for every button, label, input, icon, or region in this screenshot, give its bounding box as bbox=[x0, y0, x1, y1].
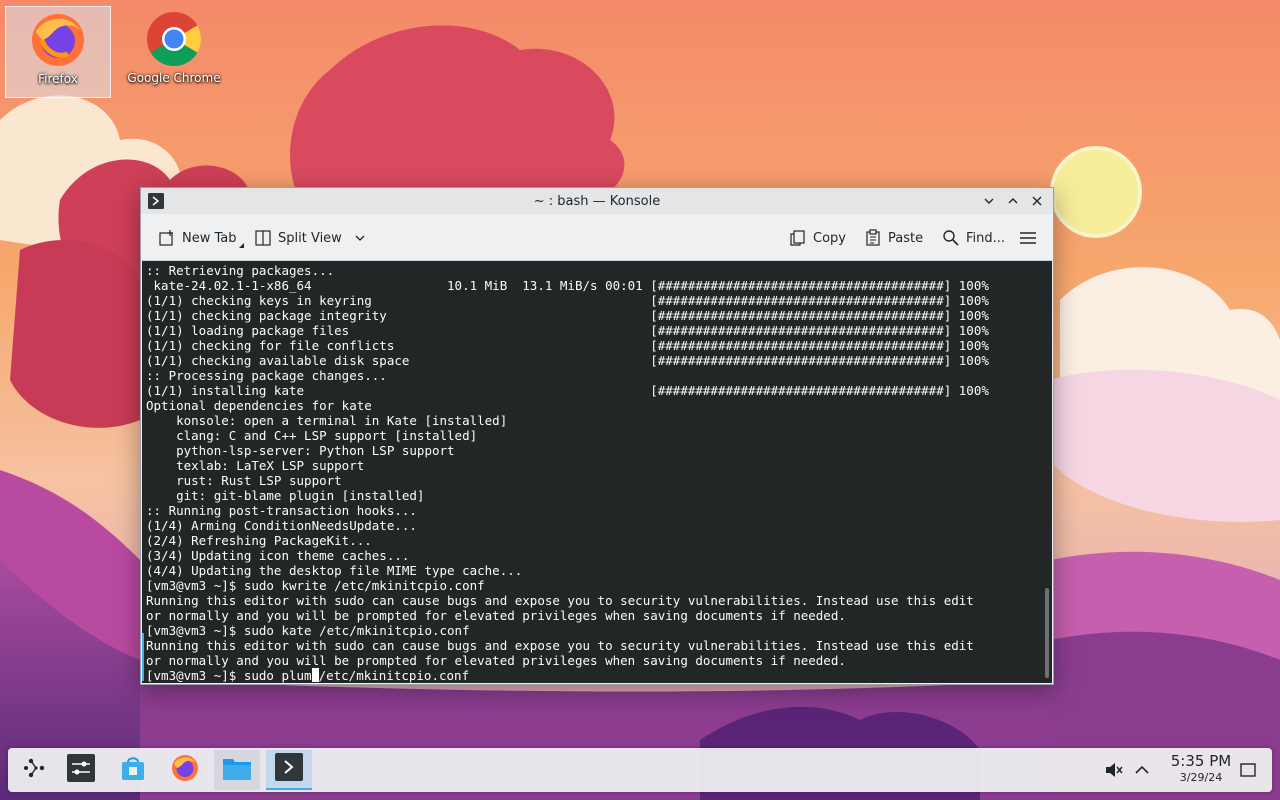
settings-icon bbox=[67, 754, 95, 786]
konsole-window: ~ : bash — Konsole New Tab Split View Co… bbox=[140, 187, 1054, 685]
terminal-line: [vm3@vm3 ~]$ sudo kate /etc/mkinitcpio.c… bbox=[146, 623, 470, 638]
terminal-output[interactable]: :: Retrieving packages... kate-24.02.1-1… bbox=[142, 261, 1052, 683]
maximize-button[interactable] bbox=[1004, 192, 1022, 210]
terminal-line: [vm3@vm3 ~]$ sudo kwrite /etc/mkinitcpio… bbox=[146, 578, 485, 593]
find-button[interactable]: Find... bbox=[942, 227, 1005, 249]
firefox-icon bbox=[170, 753, 200, 787]
copy-button[interactable]: Copy bbox=[789, 227, 846, 249]
firefox-icon bbox=[28, 10, 88, 70]
taskbar-discover[interactable] bbox=[110, 750, 156, 790]
split-view-icon bbox=[254, 229, 272, 247]
terminal-line: (2/4) Refreshing PackageKit... bbox=[146, 533, 372, 548]
minimize-button[interactable] bbox=[980, 192, 998, 210]
desktop-icon-firefox[interactable]: Firefox bbox=[5, 6, 111, 98]
terminal-line: (3/4) Updating icon theme caches... bbox=[146, 548, 410, 563]
command-prompt[interactable]: [vm3@vm3 ~]$ sudo plum/etc/mkinitcpio.co… bbox=[146, 668, 469, 683]
terminal-line: kate-24.02.1-1-x86_64 10.1 MiB 13.1 MiB/… bbox=[146, 278, 989, 293]
terminal-line: (1/1) checking available disk space [###… bbox=[146, 353, 989, 368]
desktop-icon-label: Firefox bbox=[38, 72, 78, 86]
taskbar-panel: 5:35 PM 3/29/24 bbox=[8, 748, 1272, 792]
copy-label: Copy bbox=[813, 230, 846, 246]
terminal-line: Optional dependencies for kate bbox=[146, 398, 372, 413]
terminal-line: (1/1) checking package integrity [######… bbox=[146, 308, 989, 323]
desktop-icon-label: Google Chrome bbox=[127, 71, 221, 85]
scroll-marker bbox=[142, 633, 144, 681]
desktop-icon-google-chrome[interactable]: Google Chrome bbox=[122, 6, 226, 96]
terminal-line: (1/1) checking for file conflicts [#####… bbox=[146, 338, 989, 353]
folder-icon bbox=[222, 755, 252, 785]
taskbar-firefox[interactable] bbox=[162, 750, 208, 790]
clock-time: 5:35 PM bbox=[1170, 752, 1232, 770]
terminal-lines: :: Retrieving packages... kate-24.02.1-1… bbox=[146, 263, 989, 668]
copy-icon bbox=[789, 229, 807, 247]
search-icon bbox=[942, 229, 960, 247]
tray-expand-chevron-up-icon[interactable] bbox=[1132, 760, 1152, 780]
new-tab-label: New Tab bbox=[182, 230, 237, 246]
paste-icon bbox=[864, 229, 882, 247]
window-titlebar[interactable]: ~ : bash — Konsole bbox=[141, 188, 1053, 214]
terminal-line: or normally and you will be prompted for… bbox=[146, 653, 846, 668]
terminal-line: konsole: open a terminal in Kate [instal… bbox=[146, 413, 508, 428]
taskbar-app-launcher[interactable] bbox=[12, 750, 58, 790]
chevron-down-icon bbox=[354, 232, 366, 244]
paste-button[interactable]: Paste bbox=[864, 227, 923, 249]
new-tab-icon bbox=[158, 229, 176, 247]
terminal-line: texlab: LaTeX LSP support bbox=[146, 458, 365, 473]
hamburger-menu-icon bbox=[1019, 229, 1037, 247]
terminal-line: :: Running post-transaction hooks... bbox=[146, 503, 417, 518]
terminal-line: :: Processing package changes... bbox=[146, 368, 387, 383]
terminal-line: (1/1) loading package files [###########… bbox=[146, 323, 989, 338]
terminal-line: (1/1) checking keys in keyring [########… bbox=[146, 293, 989, 308]
terminal-icon bbox=[275, 753, 303, 785]
terminal-line: (4/4) Updating the desktop file MIME typ… bbox=[146, 563, 523, 578]
terminal-line: (1/4) Arming ConditionNeedsUpdate... bbox=[146, 518, 417, 533]
text-cursor bbox=[311, 668, 319, 682]
split-view-label: Split View bbox=[278, 230, 342, 246]
close-button[interactable] bbox=[1028, 192, 1046, 210]
konsole-toolbar: New Tab Split View Copy Paste Find... bbox=[141, 214, 1053, 261]
terminal-line: git: git-blame plugin [installed] bbox=[146, 488, 425, 503]
launcher-icon bbox=[22, 755, 48, 785]
terminal-line: rust: Rust LSP support bbox=[146, 473, 342, 488]
terminal-line: (1/1) installing kate [#################… bbox=[146, 383, 989, 398]
clock-date: 3/29/24 bbox=[1179, 771, 1223, 784]
hamburger-menu-button[interactable] bbox=[1019, 227, 1037, 249]
terminal-line: or normally and you will be prompted for… bbox=[146, 608, 846, 623]
terminal-line: python-lsp-server: Python LSP support bbox=[146, 443, 455, 458]
find-label: Find... bbox=[966, 230, 1006, 246]
store-icon bbox=[119, 754, 147, 786]
terminal-scrollbar[interactable] bbox=[1045, 588, 1049, 678]
split-view-button[interactable]: Split View bbox=[254, 227, 366, 249]
paste-label: Paste bbox=[888, 230, 924, 246]
digital-clock[interactable]: 5:35 PM 3/29/24 bbox=[1164, 752, 1238, 784]
dropdown-indicator-icon bbox=[238, 242, 244, 248]
taskbar-system-settings[interactable] bbox=[58, 750, 104, 790]
chrome-icon bbox=[144, 9, 204, 69]
terminal-line: :: Retrieving packages... bbox=[146, 263, 335, 278]
terminal-line: Running this editor with sudo can cause … bbox=[146, 638, 974, 653]
prompt-text-after-cursor: /etc/mkinitcpio.conf bbox=[318, 668, 470, 683]
terminal-line: Running this editor with sudo can cause … bbox=[146, 593, 974, 608]
volume-muted-icon[interactable] bbox=[1104, 760, 1124, 780]
window-title: ~ : bash — Konsole bbox=[533, 194, 661, 209]
show-desktop-icon[interactable] bbox=[1238, 760, 1258, 780]
prompt-text-before-cursor: [vm3@vm3 ~]$ sudo plum bbox=[146, 668, 312, 683]
taskbar-konsole[interactable] bbox=[266, 750, 312, 790]
new-tab-button[interactable]: New Tab bbox=[158, 227, 244, 249]
taskbar-dolphin[interactable] bbox=[214, 750, 260, 790]
terminal-line: clang: C and C++ LSP support [installed] bbox=[146, 428, 478, 443]
